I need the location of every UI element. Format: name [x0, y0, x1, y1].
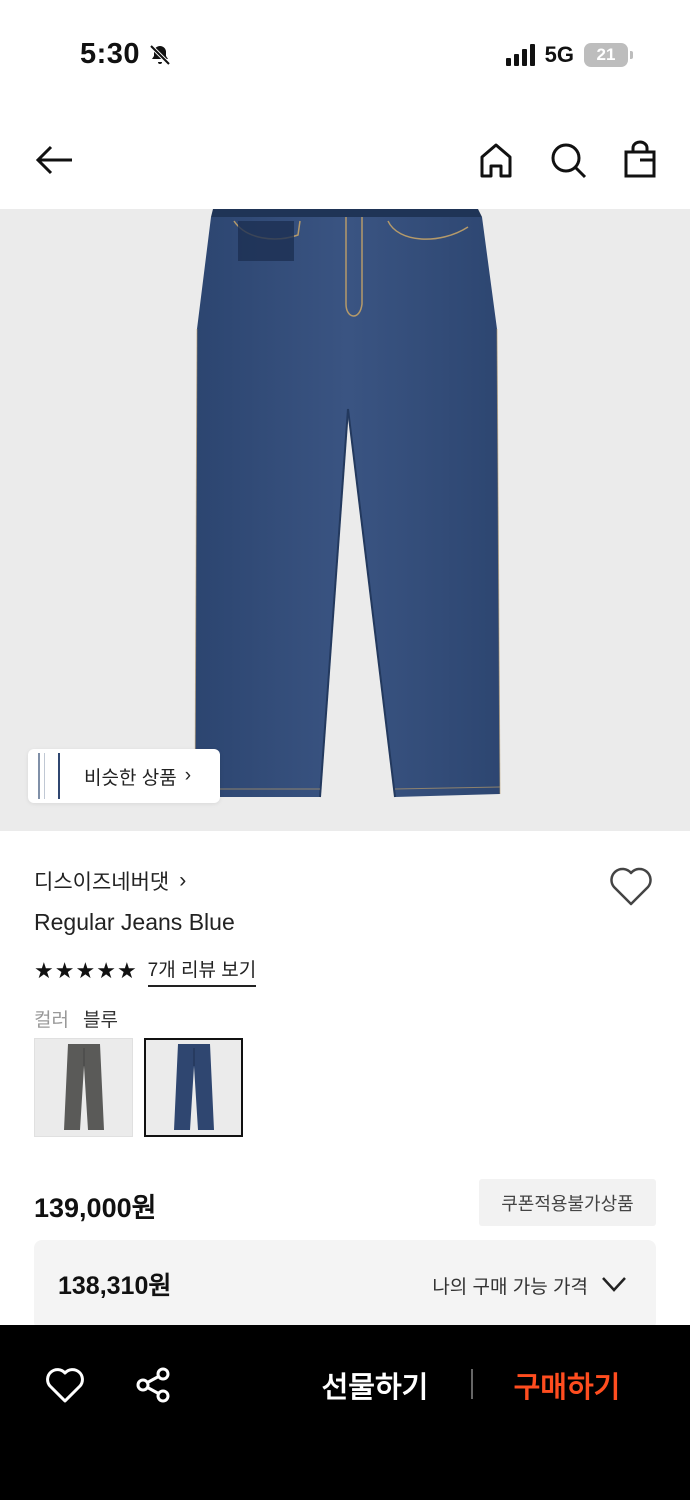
chevron-right-icon: › — [184, 765, 192, 786]
status-bar: 5:30 5G 21 — [0, 0, 690, 110]
status-indicators: 5G 21 — [505, 42, 633, 68]
star-rating: ★ ★ ★ ★ ★ — [34, 960, 137, 982]
battery-level: 21 — [596, 45, 616, 64]
heart-icon — [46, 1368, 84, 1403]
buy-button[interactable]: 구매하기 — [492, 1361, 642, 1409]
color-label: 컬러 — [34, 1010, 69, 1031]
product-image[interactable]: 비슷한 상품 › — [0, 209, 690, 831]
star-icon: ★ — [116, 958, 137, 983]
rating-row: ★ ★ ★ ★ ★ 7개 리뷰 보기 — [34, 955, 257, 987]
battery-icon: 21 — [584, 43, 633, 67]
my-price-toggle[interactable]: 138,310원 나의 구매 가능 가격 — [34, 1240, 656, 1330]
color-row: 컬러 블루 — [34, 1005, 118, 1032]
brand-name: 디스이즈네버댓 — [34, 871, 170, 894]
cart-button[interactable] — [618, 138, 662, 182]
shopping-bag-icon — [624, 140, 656, 178]
status-time: 5:30 — [80, 38, 172, 71]
network-type: 5G — [544, 42, 574, 67]
similar-product-thumbnail — [28, 749, 68, 803]
my-price-value: 138,310원 — [58, 1272, 172, 1300]
color-value: 블루 — [82, 1010, 118, 1031]
bell-off-icon — [149, 44, 171, 65]
chevron-down-icon — [602, 1277, 626, 1292]
swatch-blue[interactable] — [144, 1038, 243, 1137]
color-swatches — [34, 1038, 243, 1137]
blue-jeans-thumbnail — [173, 1043, 214, 1130]
divider — [471, 1369, 473, 1399]
star-icon: ★ — [34, 958, 54, 983]
arrow-left-icon — [35, 145, 72, 175]
share-button[interactable] — [133, 1365, 173, 1405]
gift-button[interactable]: 선물하기 — [300, 1361, 450, 1409]
coupon-badge: 쿠폰적용불가상품 — [479, 1179, 656, 1226]
star-icon: ★ — [75, 958, 96, 983]
product-price: 139,000원 — [34, 1193, 157, 1223]
clock: 5:30 — [80, 38, 141, 70]
jeans-illustration — [194, 209, 501, 798]
search-icon — [551, 143, 587, 179]
star-icon: ★ — [54, 958, 75, 983]
home-button[interactable] — [474, 138, 518, 182]
bottom-wishlist-button[interactable] — [45, 1365, 85, 1405]
similar-products-label: 비슷한 상품 — [84, 767, 177, 789]
chevron-right-icon: › — [179, 869, 187, 892]
similar-products-button[interactable]: 비슷한 상품 › — [28, 749, 220, 803]
grey-jeans-thumbnail — [63, 1043, 104, 1130]
search-button[interactable] — [546, 138, 590, 182]
signal-icon — [505, 44, 535, 66]
brand-link[interactable]: 디스이즈네버댓 › — [34, 866, 186, 896]
heart-icon — [610, 867, 652, 906]
product-name: Regular Jeans Blue — [34, 909, 235, 935]
my-price-label: 나의 구매 가능 가격 — [432, 1277, 588, 1298]
star-icon: ★ — [96, 958, 116, 983]
share-icon — [136, 1367, 170, 1403]
swatch-grey[interactable] — [34, 1038, 133, 1137]
back-button[interactable] — [32, 138, 76, 182]
home-icon — [480, 143, 512, 178]
top-nav — [0, 120, 690, 200]
bottom-action-bar: 선물하기 구매하기 — [0, 1325, 690, 1500]
review-link[interactable]: 7개 리뷰 보기 — [147, 955, 257, 987]
wishlist-button[interactable] — [608, 864, 654, 908]
